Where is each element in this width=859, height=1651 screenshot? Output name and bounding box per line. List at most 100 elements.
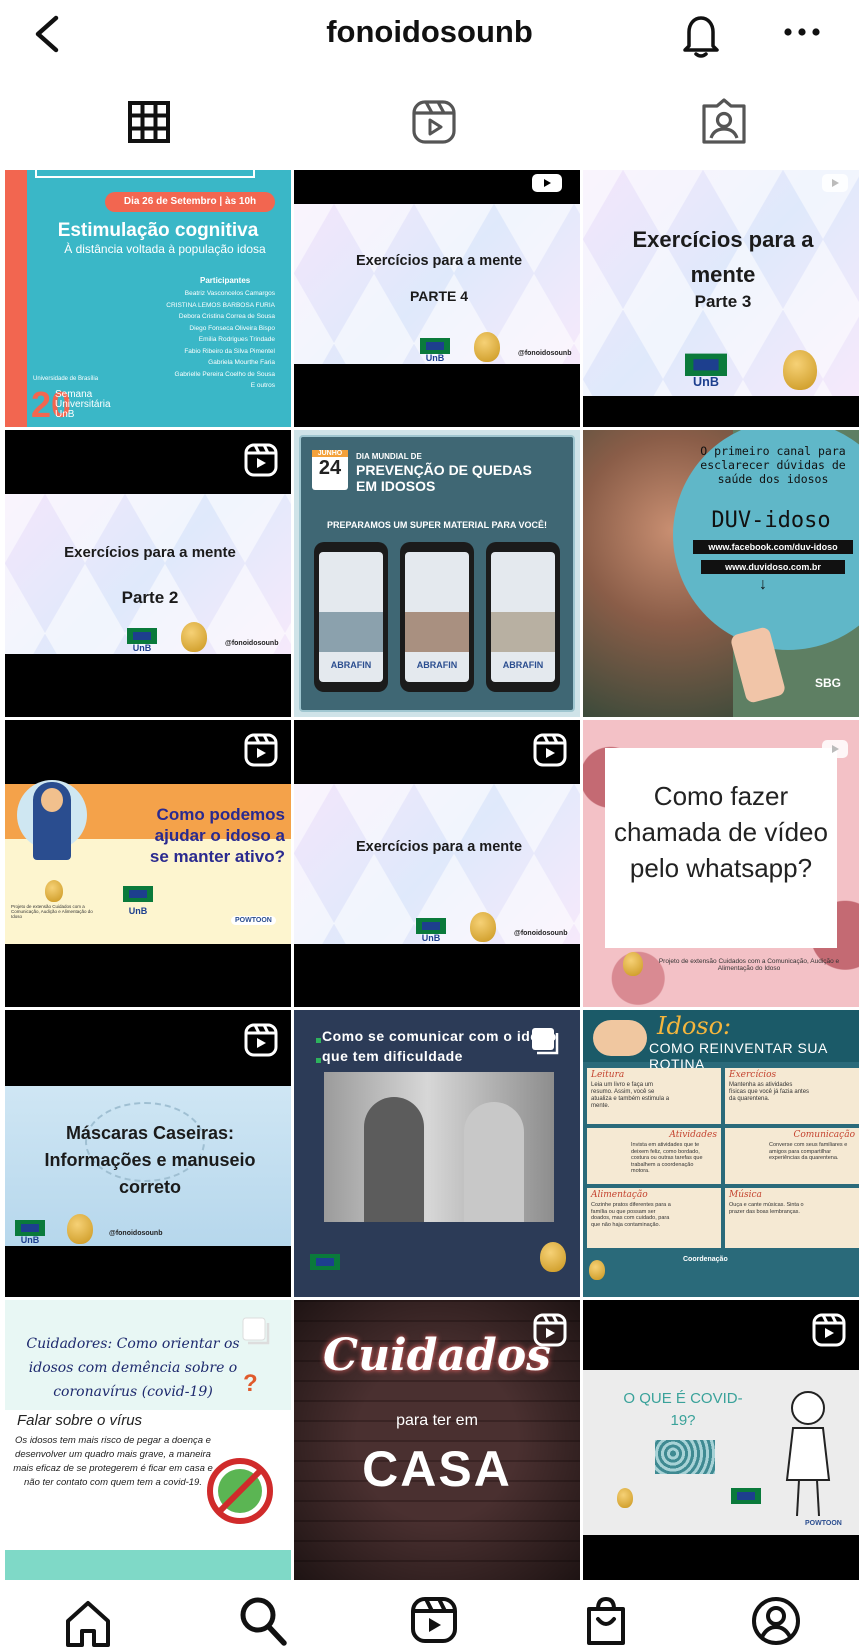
caregiver-photo	[324, 1072, 554, 1222]
phone-photo	[319, 612, 383, 652]
tip-text: Ouça e cante músicas. Sinta o prazer das…	[729, 1202, 804, 1215]
footer-band	[5, 1550, 291, 1580]
project-footer: Projeto de extensão Cuidados com a Comun…	[11, 904, 93, 919]
no-virus-icon	[207, 1458, 273, 1524]
tab-tagged[interactable]	[694, 92, 754, 152]
profile-username: fonoidosounb	[326, 14, 533, 49]
post-7-manter-ativo[interactable]: Como podemos ajudar o idoso a se manter …	[5, 720, 291, 1007]
post-part: Parte 2	[121, 588, 179, 607]
reel-badge-icon	[822, 740, 848, 758]
instagram-handle: @fonoidosounb	[518, 350, 572, 357]
participant: Diego Fonseca Oliveira Bispo	[189, 324, 275, 332]
tip-text: Leia um livro e faça um resumo. Assim, v…	[591, 1082, 670, 1109]
nav-search[interactable]	[234, 1595, 290, 1651]
tip-card-1: Leitura Leia um livro e faça um resumo. …	[587, 1068, 721, 1124]
mascot-logo	[474, 332, 500, 362]
mascot-logo	[181, 622, 207, 652]
tip-heading: Atividades	[669, 1130, 717, 1140]
reels-icon	[244, 443, 278, 477]
post-body: Os idosos tem mais risco de pegar a doen…	[13, 1435, 213, 1488]
cartoon-woman-illustration	[785, 1391, 831, 1517]
bullet	[316, 1038, 321, 1043]
post-line-3: EM IDOSOS	[356, 478, 436, 494]
participant: Fabio Ribeiro da Silva Pimentel	[184, 347, 275, 355]
question-mark: ?	[243, 1370, 258, 1397]
tip-heading: Exercícios	[729, 1070, 777, 1080]
phone-photo	[491, 612, 555, 652]
post-10-mascaras-caseiras[interactable]: Máscaras Caseiras: Informações e manusei…	[5, 1010, 291, 1297]
elderly-couple-illustration	[593, 1020, 647, 1056]
mascot-logo	[45, 880, 63, 902]
post-title: Idoso:	[657, 1012, 732, 1040]
post-subheading: Falar sobre o vírus	[17, 1412, 143, 1429]
participant: Gabriela Mourthe Faria	[208, 359, 275, 366]
website-link: www.duvidoso.com.br	[701, 560, 845, 574]
post-subtitle: À distância voltada à população idosa	[64, 242, 266, 256]
sbg-logo: SBG	[815, 676, 842, 690]
posts-grid: Dia 26 de Setembro | às 10h Estimulação …	[5, 170, 859, 1580]
tagged-person-icon	[702, 98, 746, 144]
accent-stripe	[5, 170, 27, 427]
calendar-day: 24	[318, 457, 342, 479]
bell-icon	[683, 16, 719, 58]
post-5-prevencao-de-quedas[interactable]: JUNHO 24 DIA MUNDIAL DE PREVENÇÃO DE QUE…	[294, 430, 580, 717]
tab-posts-grid[interactable]	[119, 92, 179, 152]
caregiver-figure	[364, 1097, 424, 1222]
post-4-exercicios-parte-2[interactable]: Exercícios para a mente Parte 2 UnB @fon…	[5, 430, 291, 717]
post-14-cuidados-para-ter-em-casa[interactable]: Cuidados para ter em CASA	[294, 1300, 580, 1580]
post-12-reinventar-rotina[interactable]: Idoso: COMO REINVENTAR SUA ROTINA Leitur…	[583, 1010, 859, 1297]
unb-logo: UnB	[123, 886, 153, 916]
post-11-como-se-comunicar[interactable]: Como se comunicar com o idoso que tem di…	[294, 1010, 580, 1297]
post-heading: O primeiro canal para esclarecer dúvidas…	[700, 444, 846, 486]
mascot-logo	[540, 1242, 566, 1272]
elderly-figure	[464, 1102, 524, 1222]
participant: Debora Cristina Correa de Sousa	[178, 313, 275, 320]
frame-line	[35, 170, 255, 178]
bottom-navigation	[0, 1585, 859, 1651]
unb-logo: UnB	[127, 628, 157, 653]
phone-photo	[405, 612, 469, 652]
post-15-o-que-e-covid-19[interactable]: O QUE É COVID-19? POWTOON	[583, 1300, 859, 1580]
profile-tabs	[0, 92, 859, 158]
tip-card-6: Música Ouça e cante músicas. Sinta o pra…	[725, 1188, 859, 1248]
brand-logo: ABRAFIN	[330, 660, 372, 670]
post-1-estimulacao-cognitiva[interactable]: Dia 26 de Setembro | às 10h Estimulação …	[5, 170, 291, 427]
phone-mockup: ABRAFIN	[400, 542, 474, 692]
post-title: O QUE É COVID-19?	[623, 1390, 743, 1429]
post-13-cuidadores-demencia[interactable]: Cuidadores: Como orientar os idosos com …	[5, 1300, 291, 1580]
post-footer: Coordenação	[683, 1256, 728, 1263]
nav-profile[interactable]	[748, 1595, 804, 1651]
notifications-button[interactable]	[677, 10, 725, 60]
more-options-button[interactable]	[782, 12, 822, 61]
nav-shop[interactable]	[578, 1595, 634, 1651]
calendar-month: JUNHO	[312, 450, 348, 457]
post-3-exercicios-parte-3[interactable]: Exercícios para a mente Parte 3 UnB	[583, 170, 859, 427]
post-8-exercicios[interactable]: Exercícios para a mente UnB @fonoidosoun…	[294, 720, 580, 1007]
phone-mockup: ABRAFIN	[486, 542, 560, 692]
calendar-badge: JUNHO 24	[312, 450, 348, 490]
post-title: Como fazer chamada de vídeo pelo whatsap…	[614, 781, 828, 883]
reels-icon	[533, 733, 567, 767]
tab-reels[interactable]	[404, 92, 464, 152]
post-title: Exercícios para a mente	[632, 227, 814, 287]
instagram-handle: @fonoidosounb	[225, 640, 279, 647]
nav-home[interactable]	[60, 1595, 116, 1651]
university-name: Universidade de Brasília	[33, 376, 99, 382]
unb-logo: UnB	[416, 918, 446, 943]
post-9-chamada-de-video[interactable]: Como fazer chamada de vídeo pelo whatsap…	[583, 720, 859, 1007]
post-2-exercicios-parte-4[interactable]: Exercícios para a mente PARTE 4 UnB @fon…	[294, 170, 580, 427]
bullet	[316, 1058, 321, 1063]
post-6-duv-idoso[interactable]: O primeiro canal para esclarecer dúvidas…	[583, 430, 859, 717]
profile-header: fonoidosounb	[0, 0, 859, 70]
mascot-logo	[617, 1488, 633, 1508]
post-part: PARTE 4	[409, 288, 469, 304]
reels-icon	[411, 1597, 457, 1643]
facebook-link: www.facebook.com/duv-idoso	[693, 540, 853, 554]
phone-mockup: ABRAFIN	[314, 542, 388, 692]
post-tagline: PREPARAMOS UM SUPER MATERIAL PARA VOCÊ!	[326, 520, 547, 530]
nav-reels[interactable]	[406, 1595, 462, 1651]
tip-heading: Música	[729, 1190, 762, 1200]
event-name: Semana Universitária UnB	[55, 389, 111, 420]
reel-badge-icon	[532, 174, 562, 192]
post-title: Exercícios para a mente	[64, 544, 236, 561]
